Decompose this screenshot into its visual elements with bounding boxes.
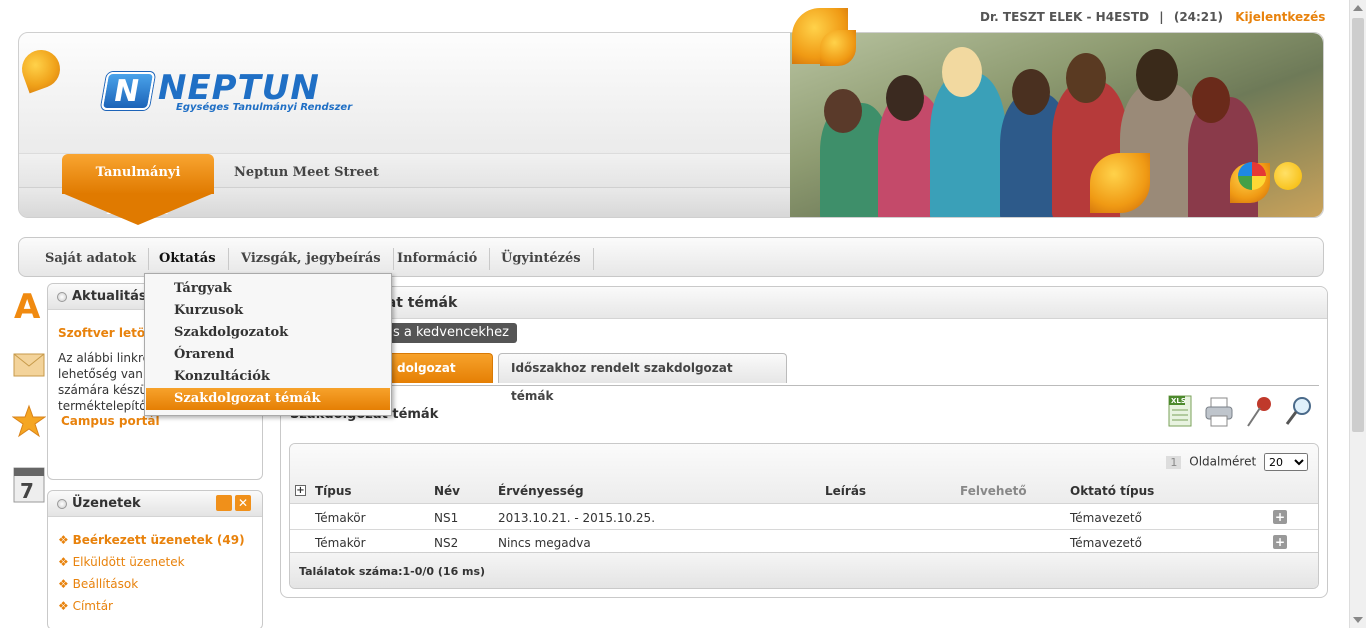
cell-ervenyesseg: 2013.10.21. - 2015.10.25. [498, 511, 656, 525]
page-number[interactable]: 1 [1166, 455, 1182, 469]
messages-panel: Üzenetek ✕ ❖ Beérkezett üzenetek (49) ❖ … [47, 490, 263, 628]
table-header-area: 1 Oldalméret 20 + Típus Név Érvényesség … [290, 444, 1318, 504]
cell-nev: NS2 [434, 536, 459, 550]
accessibility-icon[interactable] [1274, 162, 1302, 190]
color-theme-icon[interactable] [1238, 162, 1266, 190]
news-panel-title: Aktualitáso [72, 289, 156, 304]
cell-oktato-tipus: Témavezető [1070, 511, 1142, 525]
separator: | [1159, 10, 1164, 24]
dropdown-item-szakdolgozatok[interactable]: Szakdolgozatok [146, 322, 390, 344]
pin-icon[interactable] [1244, 394, 1274, 430]
menu-oktatas[interactable]: Oktatás [147, 248, 229, 270]
messages-list: ❖ Beérkezett üzenetek (49) ❖ Elküldött ü… [58, 529, 245, 617]
cell-ervenyesseg: Nincs megadva [498, 536, 591, 550]
column-header-oktato-tipus[interactable]: Oktató típus [1070, 484, 1154, 498]
software-download-link[interactable]: Szoftver letö [58, 326, 145, 340]
tab-underline [292, 385, 1319, 386]
menu-vizsgak[interactable]: Vizsgák, jegybeírás [229, 248, 394, 270]
messages-panel-header: Üzenetek ✕ [48, 491, 262, 517]
cell-oktato-tipus: Témavezető [1070, 536, 1142, 550]
main-panel-header: ozat témák [281, 287, 1327, 319]
news-text: Az alábbi linkre lehetőség van számára k… [58, 351, 151, 413]
scroll-down-icon[interactable] [1353, 617, 1363, 623]
message-item-directory[interactable]: ❖ Címtár [58, 595, 245, 617]
pager: 1 Oldalméret 20 [1166, 453, 1308, 471]
tab-neptun-meet-street[interactable]: Neptun Meet Street [234, 165, 379, 180]
topics-table: 1 Oldalméret 20 + Típus Név Érvényesség … [289, 443, 1319, 589]
menu-informacio[interactable]: Információ [385, 248, 491, 270]
message-item-sent[interactable]: ❖ Elküldött üzenetek [58, 551, 245, 573]
menu-ugyintezes[interactable]: Ügyintézés [489, 248, 594, 270]
row-action-plus-icon[interactable]: + [1273, 535, 1287, 549]
row-action-plus-icon[interactable]: + [1273, 510, 1287, 524]
search-icon[interactable] [1284, 394, 1314, 430]
print-icon[interactable] [1204, 394, 1234, 430]
oktatas-dropdown-menu: Tárgyak Kurzusok Szakdolgozatok Órarend … [144, 273, 392, 416]
user-status-bar: Dr. TESZT ELEK - H4ESTD | (24:21) Kijele… [980, 10, 1325, 24]
expand-all-icon[interactable]: + [295, 485, 306, 496]
cell-tipus: Témakör [315, 536, 366, 550]
column-header-nev[interactable]: Név [434, 484, 460, 498]
user-name: Dr. TESZT ELEK - H4ESTD [980, 10, 1150, 24]
row-divider [290, 529, 1318, 530]
dropdown-item-targyak[interactable]: Tárgyak [146, 278, 390, 300]
cell-nev: NS1 [434, 511, 459, 525]
logo-tagline: Egységes Tanulmányi Rendszer [176, 102, 353, 113]
scroll-up-icon[interactable] [1353, 5, 1363, 11]
menu-sajat-adatok[interactable]: Saját adatok [33, 248, 150, 270]
dropdown-item-kurzusok[interactable]: Kurzusok [146, 300, 390, 322]
logout-link[interactable]: Kijelentkezés [1235, 10, 1325, 24]
column-header-leiras[interactable]: Leírás [825, 484, 866, 498]
star-icon[interactable] [11, 404, 47, 440]
column-header-ervenyesseg[interactable]: Érvényesség [498, 484, 584, 498]
excel-export-icon[interactable]: XLS [1166, 394, 1196, 430]
news-icon[interactable]: A [12, 286, 46, 327]
logo-mark-icon: N [100, 72, 156, 110]
messages-panel-title: Üzenetek [72, 496, 141, 511]
scroll-thumb[interactable] [1352, 18, 1364, 432]
main-menu-bar: Saját adatok Oktatás Vizsgák, jegybeírás… [18, 237, 1324, 277]
tab-szakdolgozat-tema[interactable]: dolgozat téma [384, 353, 493, 403]
dropdown-item-orarend[interactable]: Órarend [146, 344, 390, 366]
envelope-icon[interactable] [12, 346, 46, 382]
message-item-inbox[interactable]: ❖ Beérkezett üzenetek (49) [58, 529, 245, 551]
tab-idoszakhoz-rendelt[interactable]: Időszakhoz rendelt szakdolgozat témák [498, 353, 787, 403]
column-header-felveheto[interactable]: Felvehető [960, 484, 1027, 498]
column-header-tipus[interactable]: Típus [315, 484, 352, 498]
calendar-icon[interactable]: 7 [12, 466, 46, 503]
active-tab-pointer [62, 193, 214, 225]
dropdown-item-szakdolgozat-temak[interactable]: Szakdolgozat témák [146, 388, 390, 410]
dropdown-item-konzultaciok[interactable]: Konzultációk [146, 366, 390, 388]
cell-tipus: Témakör [315, 511, 366, 525]
campus-portal-link[interactable]: Campus portál [61, 414, 160, 428]
vertical-scrollbar[interactable] [1349, 0, 1366, 628]
svg-text:A: A [14, 287, 41, 322]
header-photo [790, 33, 1323, 217]
message-item-settings[interactable]: ❖ Beállítások [58, 573, 245, 595]
page-size-select[interactable]: 20 [1264, 453, 1308, 471]
page-size-label: Oldalméret [1189, 454, 1257, 469]
svg-text:XLS: XLS [1171, 397, 1186, 405]
close-icon[interactable]: ✕ [235, 495, 251, 511]
session-timer: (24:21) [1173, 10, 1223, 24]
svg-text:7: 7 [20, 479, 34, 503]
result-count: Találatok száma:1-0/0 (16 ms) [299, 565, 486, 578]
tab-tanulmanyi-rendszer[interactable]: Tanulmányi rendszer [62, 154, 214, 218]
refresh-icon[interactable] [216, 495, 232, 511]
table-footer: Találatok száma:1-0/0 (16 ms) [290, 552, 1318, 588]
leaf-decoration-icon [820, 30, 856, 66]
